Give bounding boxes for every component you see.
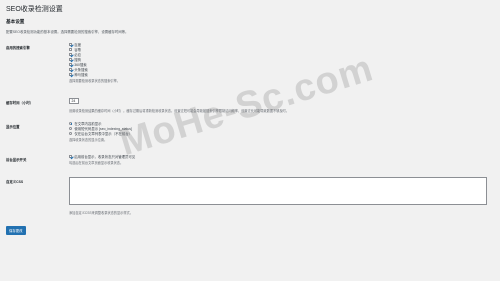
engine-checkbox[interactable]: [69, 52, 73, 57]
engines-help: 选择需要检测收录状态的搜索引擎。: [69, 79, 120, 83]
custom-css-textarea[interactable]: [69, 177, 487, 205]
watermark: MoHe-Sc.com: [115, 47, 379, 165]
engine-option[interactable]: 神马搜索: [69, 72, 120, 77]
save-button[interactable]: 保存更改: [6, 226, 26, 235]
page-title: SEO收录检测设置: [6, 6, 63, 13]
cache-hours-input[interactable]: 24: [69, 98, 79, 104]
engines-field: 百度 谷歌 必应 搜狗 360搜索 头条搜索 神马搜索 选择需要检测收录状态的搜索引擎。: [69, 42, 120, 83]
engine-option-label: 神马搜索: [74, 73, 88, 77]
engine-checkbox[interactable]: [69, 57, 73, 62]
position-radio[interactable]: [69, 131, 73, 136]
engine-checkbox[interactable]: [69, 47, 73, 52]
custom-css-label: 自定义CSS: [6, 180, 24, 184]
engine-checkbox[interactable]: [69, 72, 73, 77]
engines-label: 启用的搜索引擎: [6, 46, 30, 50]
engine-checkbox[interactable]: [69, 67, 73, 72]
section-title: 基本设置: [6, 19, 25, 24]
position-label: 显示位置: [6, 125, 20, 129]
custom-css-help: 添加自定义CSS来调整收录状态的显示样式。: [69, 211, 133, 215]
frontend-checkbox[interactable]: [69, 154, 73, 159]
section-description: 配置SEO收录检测功能的基本设置。选择需要检测的搜索引擎、设置缓存时间等。: [6, 30, 129, 34]
engine-checkbox-list: 百度 谷歌 必应 搜狗 360搜索 头条搜索 神马搜索: [69, 42, 120, 77]
engine-checkbox[interactable]: [69, 42, 73, 47]
position-radio[interactable]: [69, 126, 73, 131]
cache-label: 缓存时间（小时）: [6, 101, 34, 105]
engine-checkbox[interactable]: [69, 62, 73, 67]
frontend-label: 前台显示开关: [6, 158, 27, 162]
position-radio[interactable]: [69, 121, 73, 126]
